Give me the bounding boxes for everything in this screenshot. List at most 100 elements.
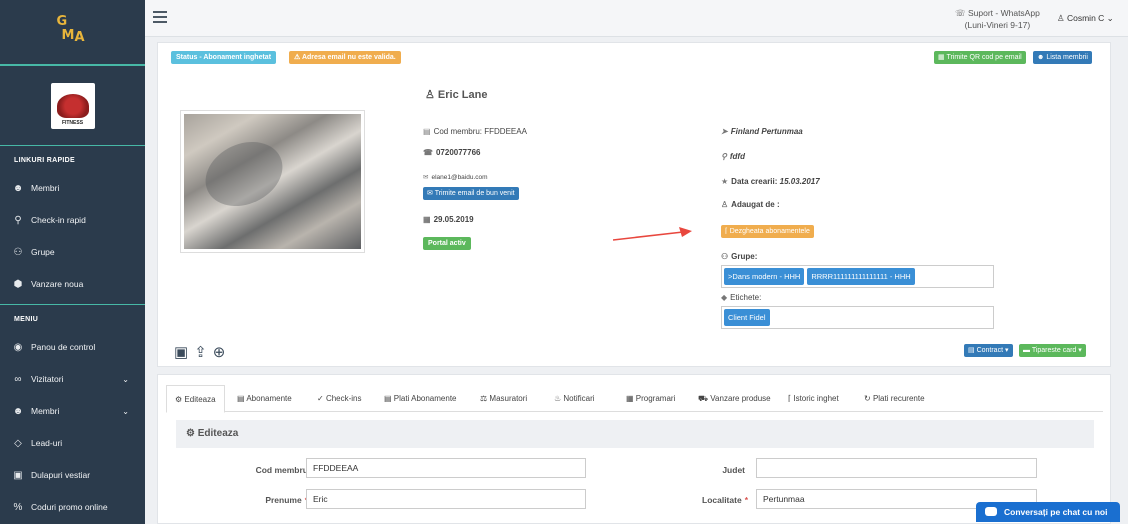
sidebar: G M A FITNESS LINKURI RAPIDE ☻ Membri ⚲ … (0, 0, 145, 524)
cube-icon: ⬢ (13, 278, 23, 290)
card-icon: ▬ (1023, 347, 1032, 354)
group-tag[interactable]: RRRR111111111111111 - HHH (807, 268, 915, 285)
chevron-down-icon: ⌄ (1106, 13, 1114, 23)
support-whatsapp-link[interactable]: ☏ Suport - WhatsApp (Luni-Vineri 9-17) (955, 7, 1040, 31)
member-edit-panel: ⚙ Editeaza ▤ Abonamente ✓ Check-ins ▤ Pl… (157, 374, 1111, 524)
tab-abonamente[interactable]: ▤ Abonamente (229, 385, 300, 412)
document-icon: ▤ (968, 347, 977, 354)
sidebar-item-label: Panou de control (31, 342, 96, 352)
sidebar-item-vizitatori[interactable]: ∞ Vizitatori ⌄ (0, 363, 145, 395)
red-arrow-annotation (613, 227, 692, 241)
camera-icon[interactable]: ▣ (174, 344, 194, 361)
app-logo[interactable]: G M A (0, 0, 145, 66)
support-line1: Suport - WhatsApp (968, 8, 1040, 18)
chat-bubble-icon (985, 507, 997, 516)
sidebar-item-lead-uri[interactable]: ◇ Lead-uri (0, 427, 145, 459)
status-badge: Status - Abonament inghetat (171, 51, 277, 64)
user-name: Cosmin C (1066, 13, 1105, 23)
chat-label: Conversați pe chat cu noi (1004, 507, 1108, 517)
tab-plati-abonamente[interactable]: ▤ Plati Abonamente (376, 385, 465, 412)
tab-programari[interactable]: ▦ Programari (618, 385, 683, 412)
glasses-icon: ∞ (14, 373, 22, 385)
tab-vanzare-produse[interactable]: ⛟ Vanzare produse (690, 385, 779, 412)
portal-active-badge: Portal activ (423, 237, 471, 250)
tab-check-ins[interactable]: ✓ Check-ins (309, 385, 370, 412)
logo-letter-m: M (61, 28, 75, 43)
tag-icon: ◆ (721, 293, 728, 302)
map-pin-icon: ⚲ (14, 214, 22, 226)
member-name: ♙ Eric Lane (425, 89, 488, 101)
receipt-icon: ▤ (384, 394, 394, 403)
sidebar-item-grupe[interactable]: ⚇ Grupe (0, 236, 145, 268)
logo-letter-a: A (74, 30, 85, 45)
sidebar-item-coduri-promo[interactable]: % Coduri promo online (0, 491, 145, 523)
gym-logo: FITNESS (50, 82, 95, 129)
first-name-label: Prenume* (265, 495, 308, 505)
menu-title: MENIU (14, 316, 39, 323)
send-qr-button[interactable]: ▦ Trimite QR cod pe email (934, 51, 1026, 64)
member-photo[interactable] (180, 110, 365, 253)
user-menu[interactable]: ♙ Cosmin C ⌄ (1057, 13, 1114, 24)
tags-label: ◆ Etichete: (721, 293, 762, 302)
sidebar-item-label: Lead-uri (31, 438, 63, 448)
sidebar-item-membri[interactable]: ☻ Membri (0, 172, 145, 204)
user-icon: ♙ (721, 200, 729, 209)
sidebar-item-label: Vizitatori (31, 374, 64, 384)
tab-editeaza[interactable]: ⚙ Editeaza (166, 385, 225, 413)
location-arrow-icon: ➤ (721, 127, 728, 136)
support-line2: (Luni-Vineri 9-17) (964, 20, 1031, 30)
tab-plati-recurente[interactable]: ↻ Plati recurente (856, 385, 933, 412)
email-warning-badge: ⚠ Adresa email nu este valida. (289, 51, 401, 64)
card-icon: ▤ (237, 394, 247, 403)
tab-masuratori[interactable]: ⚖ Masuratori (472, 385, 535, 412)
groups-label: ⚇ Grupe: (721, 252, 758, 261)
logo-letter-g: G (56, 14, 68, 29)
sidebar-item-label: Vanzare noua (31, 279, 84, 289)
chevron-down-icon: ⌄ (122, 406, 129, 416)
user-circle-icon: ☻ (1037, 54, 1047, 61)
county-input[interactable] (756, 458, 1037, 478)
sidebar-item-label: Dulapuri vestiar (31, 470, 91, 480)
phone-icon: ☎ (423, 148, 433, 157)
tab-notificari[interactable]: ♨ Notificari (546, 385, 603, 412)
member-email: ✉ elane1@baidu.com (423, 174, 488, 181)
gear-icon: ⚙ (175, 395, 185, 404)
member-birth-date: ▦ 29.05.2019 (423, 215, 474, 224)
gym-logo-text: FITNESS (61, 119, 84, 126)
user-circle-icon: ☻ (12, 405, 24, 417)
warning-icon: ⚠ (294, 54, 302, 61)
zoom-icon[interactable]: ⊕ (213, 344, 232, 361)
print-card-dropdown-button[interactable]: ▬ Tipareste card ▾ (1019, 344, 1086, 357)
upload-icon[interactable]: ⇪ (194, 344, 213, 361)
member-created-date: ★ Data crearii: 15.03.2017 (721, 177, 820, 186)
member-phone: ☎ 0720077766 (423, 148, 481, 157)
county-label: Judet (722, 465, 745, 475)
first-name-input[interactable]: Eric (306, 489, 586, 509)
sidebar-item-vanzare[interactable]: ⬢ Vanzare noua (0, 268, 145, 300)
chat-widget-button[interactable]: Conversați pe chat cu noi (976, 502, 1120, 522)
groups-box[interactable]: >Dans modern - HHH RRRR111111111111111 - … (721, 265, 994, 288)
sidebar-item-dulapuri[interactable]: ▣ Dulapuri vestiar (0, 459, 145, 491)
member-code-input[interactable]: FFDDEEAA (306, 458, 586, 478)
sidebar-item-label: Grupe (31, 247, 55, 257)
members-list-button[interactable]: ☻ Lista membrii (1033, 51, 1092, 64)
group-icon: ⚇ (721, 252, 729, 261)
caret-down-icon: ▾ (1076, 347, 1082, 354)
tab-istoric-inghet[interactable]: ⌈ Istoric inghet (780, 385, 847, 412)
sidebar-item-dashboard[interactable]: ◉ Panou de control (0, 331, 145, 363)
member-added-by: ♙ Adaugat de : (721, 200, 780, 209)
gear-icon: ⚙ (186, 428, 198, 439)
contract-dropdown-button[interactable]: ▤ Contract ▾ (964, 344, 1013, 357)
group-tag[interactable]: >Dans modern - HHH (724, 268, 805, 285)
star-icon: ★ (721, 177, 729, 186)
sidebar-item-check-in[interactable]: ⚲ Check-in rapid (0, 204, 145, 236)
topbar: ☏ Suport - WhatsApp (Luni-Vineri 9-17) ♙… (145, 0, 1128, 37)
percent-icon: % (13, 501, 23, 513)
label-tag[interactable]: Client Fidel (724, 309, 770, 326)
sidebar-item-membri-menu[interactable]: ☻ Membri ⌄ (0, 395, 145, 427)
unfreeze-subscriptions-button[interactable]: ⌈ Dezgheata abonamentele (721, 225, 814, 238)
tags-box[interactable]: Client Fidel (721, 306, 994, 329)
hamburger-menu-icon[interactable] (153, 11, 167, 26)
welcome-email-button[interactable]: ✉ Trimite email de bun venit (423, 187, 519, 200)
gym-emblem (56, 93, 89, 118)
